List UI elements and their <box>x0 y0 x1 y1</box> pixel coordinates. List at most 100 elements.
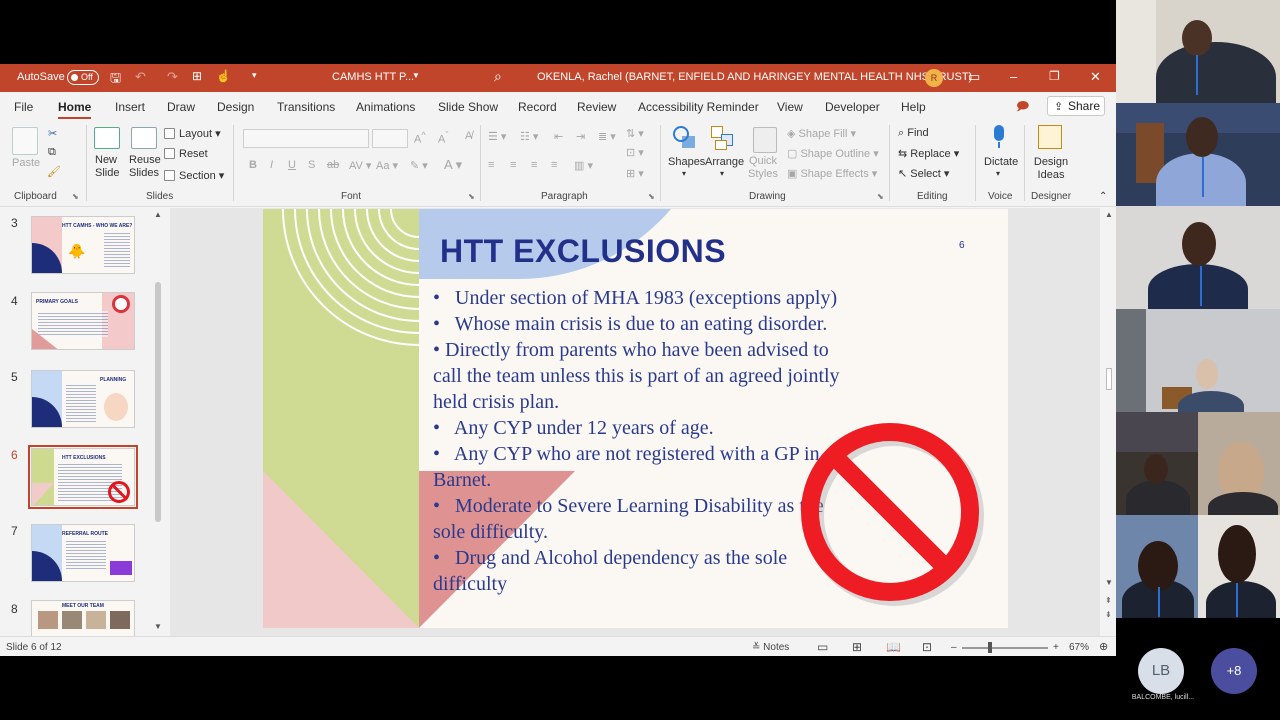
drawing-launcher-icon[interactable]: ⬊ <box>877 192 884 201</box>
zoom-in-icon[interactable]: + <box>1053 642 1059 653</box>
shadow-button[interactable]: S <box>308 159 315 171</box>
tab-view[interactable]: View <box>777 100 803 114</box>
change-case-button[interactable]: Aa ▾ <box>376 159 398 172</box>
save-icon[interactable]: 🖫 <box>110 69 121 91</box>
highlight-icon[interactable]: ✎ ▾ <box>410 159 428 172</box>
restore-icon[interactable]: ❐ <box>1049 69 1060 83</box>
arrange-icon[interactable] <box>711 126 737 152</box>
tab-home[interactable]: Home <box>58 100 92 120</box>
slide-title[interactable]: HTT EXCLUSIONS <box>440 233 726 270</box>
shape-fill-button[interactable]: ◈ Shape Fill ▾ <box>787 127 856 140</box>
shapes-icon[interactable] <box>673 126 697 150</box>
align-center-icon[interactable]: ≡ <box>510 159 516 171</box>
zoom-slider[interactable] <box>962 642 1048 653</box>
align-right-icon[interactable]: ≡ <box>531 159 537 171</box>
comments-icon[interactable]: 🗩 <box>1016 97 1034 113</box>
new-slide-icon[interactable] <box>94 127 120 149</box>
tab-review[interactable]: Review <box>577 100 616 114</box>
quick-styles-icon[interactable] <box>753 127 777 153</box>
design-ideas-icon[interactable] <box>1038 125 1062 149</box>
slide-canvas[interactable]: HTT EXCLUSIONS 6 • Under section of MHA … <box>263 209 1008 628</box>
participant-video-4[interactable] <box>1116 309 1280 412</box>
present-icon[interactable]: ⊞ <box>192 69 202 83</box>
smartart-icon[interactable]: ⊞ ▾ <box>626 167 644 180</box>
reuse-slides-icon[interactable] <box>131 127 157 149</box>
shape-outline-button[interactable]: ▢ Shape Outline ▾ <box>787 147 879 160</box>
slideshow-view-icon[interactable]: ⊡ <box>922 640 932 654</box>
tab-accessibility-reminder[interactable]: Accessibility Reminder <box>638 100 759 114</box>
fit-to-window-icon[interactable]: ⊕ <box>1099 640 1108 653</box>
participant-video-5[interactable] <box>1116 412 1198 515</box>
autosave-toggle[interactable]: Off <box>67 70 99 85</box>
cut-icon[interactable]: ✂ <box>48 127 57 140</box>
text-direction-icon[interactable]: ⇅ ▾ <box>626 127 644 140</box>
format-painter-icon[interactable]: 🖌 <box>47 165 61 178</box>
qat-customize-icon[interactable]: ▾ <box>252 70 257 81</box>
tab-file[interactable]: File <box>14 100 33 114</box>
redo-icon[interactable]: ↷ <box>167 69 178 85</box>
close-icon[interactable]: ✕ <box>1090 69 1101 85</box>
design-ideas-button[interactable]: Design Ideas <box>1033 156 1069 182</box>
decrease-indent-icon[interactable]: ⇤ <box>554 130 563 143</box>
tab-slide-show[interactable]: Slide Show <box>438 100 498 114</box>
line-spacing-icon[interactable]: ≣ ▾ <box>598 130 616 143</box>
dictate-button[interactable]: Dictate <box>984 156 1018 168</box>
slide-thumbnail-8[interactable]: MEET OUR TEAM <box>31 600 135 636</box>
document-title[interactable]: CAMHS HTT P... <box>332 71 414 83</box>
slide-thumbnail-4[interactable]: PRIMARY GOALS <box>31 292 135 350</box>
ribbon-display-icon[interactable]: ▭ <box>968 69 980 85</box>
undo-icon[interactable]: ↶ <box>135 69 146 85</box>
section-button[interactable]: Section ▾ <box>164 169 224 182</box>
dictate-chevron-icon[interactable]: ▾ <box>996 169 1000 178</box>
tab-design[interactable]: Design <box>217 100 254 114</box>
decrease-font-icon[interactable]: Aˇ <box>438 130 448 146</box>
bullets-icon[interactable]: ☰ ▾ <box>488 130 506 143</box>
replace-button[interactable]: ⇆ Replace ▾ <box>898 147 959 160</box>
find-button[interactable]: ⌕ Find <box>898 127 929 140</box>
numbering-icon[interactable]: ☷ ▾ <box>520 130 538 143</box>
align-left-icon[interactable]: ≡ <box>488 159 494 171</box>
reading-view-icon[interactable]: 📖 <box>886 640 901 654</box>
slide-thumbnail-7[interactable]: REFERRAL ROUTE <box>31 524 135 582</box>
participant-video-1[interactable] <box>1116 0 1280 103</box>
participant-video-8[interactable] <box>1198 515 1280 618</box>
select-button[interactable]: ↖ Select ▾ <box>898 167 949 180</box>
paste-icon[interactable] <box>12 127 38 155</box>
tab-insert[interactable]: Insert <box>115 100 145 114</box>
touch-mode-icon[interactable]: ☝ <box>216 69 231 83</box>
participant-avatar[interactable]: LB <box>1138 648 1184 694</box>
arrange-chevron-icon[interactable]: ▾ <box>720 169 724 178</box>
tab-transitions[interactable]: Transitions <box>277 100 335 114</box>
participant-video-6[interactable] <box>1198 412 1280 515</box>
doc-title-chevron-icon[interactable]: ▼ <box>412 71 420 80</box>
reuse-slides-button[interactable]: Reuse Slides <box>129 154 161 180</box>
zoom-out-icon[interactable]: – <box>951 642 957 653</box>
bold-button[interactable]: B <box>249 159 257 171</box>
underline-button[interactable]: U <box>288 159 296 171</box>
slide-thumbnail-5[interactable]: PLANNING <box>31 370 135 428</box>
slide-sorter-icon[interactable]: ⊞ <box>852 640 862 654</box>
quick-styles-button[interactable]: Quick Styles <box>746 155 780 181</box>
font-launcher-icon[interactable]: ⬊ <box>468 192 475 201</box>
more-participants-button[interactable]: +8 <box>1211 648 1257 694</box>
increase-font-icon[interactable]: A^ <box>414 130 426 146</box>
clipboard-launcher-icon[interactable]: ⬊ <box>72 192 79 201</box>
slide-thumbnail-3[interactable]: HTT CAMHS - WHO WE ARE? 🐥 <box>31 216 135 274</box>
shapes-chevron-icon[interactable]: ▾ <box>682 169 686 178</box>
tab-help[interactable]: Help <box>901 100 926 114</box>
justify-icon[interactable]: ≡ <box>551 159 557 171</box>
tab-developer[interactable]: Developer <box>825 100 880 114</box>
minimize-icon[interactable]: – <box>1010 69 1017 84</box>
notes-button[interactable]: ≚ Notes <box>752 642 789 653</box>
participant-video-3[interactable] <box>1116 206 1280 309</box>
slide-thumbnail-6[interactable]: HTT EXCLUSIONS <box>28 445 138 509</box>
tab-animations[interactable]: Animations <box>356 100 415 114</box>
tab-draw[interactable]: Draw <box>167 100 195 114</box>
slide-scrollbar[interactable]: ▲ ▼ ⇞ ⇟ <box>1102 208 1116 636</box>
search-icon[interactable]: ⌕ <box>494 68 502 85</box>
align-text-icon[interactable]: ⊡ ▾ <box>626 146 644 159</box>
shape-effects-button[interactable]: ▣ Shape Effects ▾ <box>787 167 877 180</box>
copy-icon[interactable]: ⧉ <box>48 146 56 159</box>
increase-indent-icon[interactable]: ⇥ <box>576 130 585 143</box>
reset-button[interactable]: Reset <box>164 148 208 160</box>
